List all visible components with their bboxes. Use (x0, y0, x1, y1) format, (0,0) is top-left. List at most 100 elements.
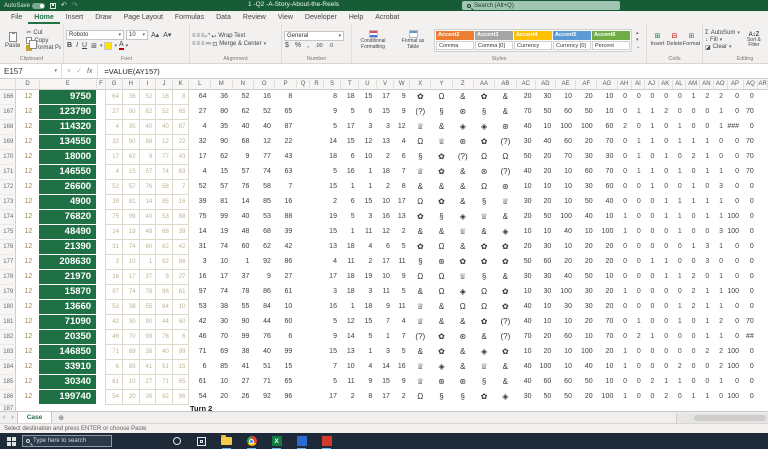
cell-symbol-bell[interactable]: Ω (410, 194, 431, 209)
cell[interactable]: 10 (555, 194, 576, 209)
cell[interactable]: 16 (189, 269, 211, 284)
cell[interactable]: 0 (672, 254, 686, 269)
cell[interactable]: 57 (211, 179, 233, 194)
cell[interactable]: 1 (713, 194, 727, 209)
cell[interactable]: 12 (16, 389, 40, 404)
cell[interactable]: 0 (645, 299, 659, 314)
cell[interactable]: 60 (171, 313, 190, 330)
cell[interactable] (39, 404, 96, 411)
cell[interactable]: 17 (323, 389, 341, 404)
cell[interactable]: 15 (376, 374, 394, 389)
cell-symbol-dice[interactable]: & (495, 104, 516, 119)
cell[interactable]: 0 (645, 209, 659, 224)
cell[interactable]: 0 (645, 344, 659, 359)
cell[interactable]: 10 (597, 89, 618, 104)
cell[interactable]: 0 (686, 164, 700, 179)
cell[interactable]: 0 (686, 209, 700, 224)
cell[interactable]: 1 (700, 284, 714, 299)
menu-tab-insert[interactable]: Insert (60, 12, 90, 24)
cell[interactable]: 52 (155, 103, 173, 120)
cell-symbol-dice[interactable]: & (431, 119, 452, 134)
cell-symbol-bell[interactable]: Ω (431, 239, 452, 254)
cell[interactable]: 6 (189, 359, 211, 374)
col-header-K[interactable]: K (172, 79, 190, 90)
cell[interactable]: 0 (686, 254, 700, 269)
row-header-180[interactable]: 180 (0, 299, 17, 315)
cell[interactable]: 74 (211, 284, 233, 299)
cell[interactable]: 0 (743, 119, 758, 134)
cell[interactable]: 44 (155, 313, 173, 330)
cell[interactable]: 1 (713, 284, 727, 299)
cell[interactable]: 27 (189, 104, 211, 119)
cell[interactable]: 10 (376, 194, 394, 209)
cell[interactable]: 0 (631, 179, 645, 194)
align-center-icon[interactable]: ≡ (197, 41, 200, 47)
cell[interactable]: 0 (727, 374, 743, 389)
cell[interactable]: 40 (516, 299, 536, 314)
cell[interactable] (232, 404, 767, 411)
cell[interactable]: 70 (743, 104, 758, 119)
cell[interactable]: 15 (341, 134, 359, 149)
cell[interactable]: 100 (555, 209, 576, 224)
col-header-AF[interactable]: AF (575, 79, 598, 90)
cell[interactable]: 2 (617, 119, 631, 134)
cortana-button[interactable] (170, 435, 183, 448)
cell[interactable]: 2 (713, 89, 727, 104)
cell[interactable]: 40 (155, 343, 173, 360)
cell[interactable]: 12 (16, 224, 40, 239)
cell[interactable]: 20 (597, 299, 618, 314)
cell[interactable] (310, 359, 324, 374)
cell[interactable]: 1 (700, 389, 714, 404)
cell[interactable]: 31 (105, 238, 123, 255)
cell[interactable]: 10 (555, 314, 576, 329)
cell[interactable]: 70 (555, 149, 576, 164)
cell[interactable]: 0 (727, 314, 743, 329)
cell[interactable]: 61 (171, 283, 190, 300)
cell[interactable]: 1 (700, 164, 714, 179)
cell[interactable]: 6 (171, 328, 190, 345)
cell[interactable]: 5 (341, 104, 359, 119)
cell-symbol-bell[interactable]: Ω (431, 269, 452, 284)
cell[interactable]: 0 (617, 374, 631, 389)
grow-font-button[interactable]: A▴ (150, 31, 160, 39)
cell[interactable]: 0 (727, 329, 743, 344)
cell[interactable]: 0 (645, 284, 659, 299)
cell[interactable]: 2 (700, 89, 714, 104)
red-app-button[interactable] (320, 435, 333, 449)
cell[interactable]: 81 (121, 193, 140, 210)
cell[interactable]: 51 (155, 358, 173, 375)
cell[interactable]: 10 (597, 209, 618, 224)
cell[interactable]: 99 (211, 209, 233, 224)
cell[interactable]: 11 (376, 284, 394, 299)
cell[interactable]: 57 (121, 178, 140, 195)
cell[interactable] (96, 314, 106, 329)
cell[interactable]: 30 (516, 389, 536, 404)
cell[interactable]: 5 (323, 314, 341, 329)
select-all-corner[interactable] (0, 79, 17, 90)
cell[interactable]: 0 (743, 374, 758, 389)
cell[interactable]: 68 (232, 134, 253, 149)
cell[interactable]: 2 (686, 299, 700, 314)
cell[interactable]: 20 (576, 314, 597, 329)
cell[interactable]: 30 (536, 89, 556, 104)
cell[interactable]: 99 (232, 329, 253, 344)
cell[interactable]: 26 (232, 389, 253, 404)
row-header-184[interactable]: 184 (0, 359, 17, 375)
cell[interactable]: 30 (516, 134, 536, 149)
cell[interactable]: 39 (275, 224, 296, 239)
cell[interactable]: 71 (189, 344, 211, 359)
cell[interactable] (310, 179, 324, 194)
cell[interactable]: 40 (555, 224, 576, 239)
blue-app-button[interactable] (295, 435, 308, 449)
cell[interactable]: 100 (727, 359, 743, 374)
cell[interactable]: 4 (323, 254, 341, 269)
cell[interactable]: 1 (713, 269, 727, 284)
col-header-AQ[interactable]: AQ (743, 79, 759, 90)
cell[interactable]: 26 (138, 388, 157, 405)
cell[interactable]: 99 (121, 208, 140, 225)
cell[interactable]: 85 (211, 359, 233, 374)
cell[interactable]: 38 (211, 299, 233, 314)
cell[interactable]: 5 (394, 344, 410, 359)
cell[interactable]: 1 (700, 149, 714, 164)
redo-icon[interactable]: ↷ (72, 1, 78, 11)
